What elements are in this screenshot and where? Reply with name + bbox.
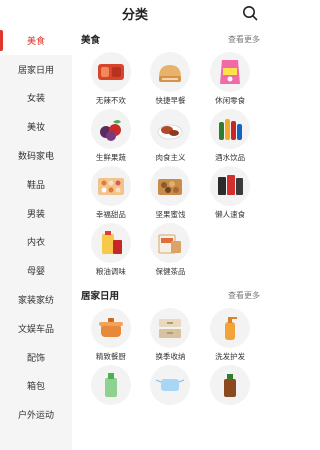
sidebar-item-baby[interactable]: 母婴	[0, 256, 72, 285]
tea-box-icon	[158, 234, 182, 254]
category-tile[interactable]: 快捷早餐	[141, 52, 201, 109]
category-tile[interactable]: 肉食主义	[141, 109, 201, 166]
category-tile[interactable]: 粮油调味	[81, 223, 141, 280]
nuts-icon	[158, 179, 183, 195]
see-more-link[interactable]: 查看更多	[228, 34, 260, 45]
section-title: 居家日用	[81, 291, 120, 302]
home-grid: 精致餐厨 换季收纳 洗发护发	[81, 308, 260, 422]
mask-icon	[156, 379, 185, 391]
sidebar-item-entertainment-auto[interactable]: 文娱车品	[0, 314, 72, 343]
category-tile[interactable]: 幸福甜品	[81, 166, 141, 223]
drinks-icon	[219, 119, 243, 140]
pot-icon	[98, 318, 123, 337]
category-tile[interactable]: 洗发护发	[200, 308, 260, 365]
category-tile[interactable]: 换季收纳	[141, 308, 201, 365]
sidebar-item-shoes[interactable]: 鞋品	[0, 170, 72, 199]
spicy-meat-icon	[97, 64, 124, 80]
bread-icon	[159, 65, 182, 82]
sidebar-item-mens-clothing[interactable]: 男装	[0, 199, 72, 228]
sidebar-item-food[interactable]: 美食	[0, 26, 72, 55]
category-tile[interactable]	[81, 365, 141, 422]
meat-icon	[157, 124, 183, 140]
disinfectant-icon	[224, 374, 237, 397]
storage-box-icon	[159, 319, 182, 338]
category-tile[interactable]	[141, 365, 201, 422]
dessert-box-icon	[97, 178, 124, 195]
sidebar-item-underwear[interactable]: 内衣	[0, 228, 72, 257]
sidebar-item-accessories[interactable]: 配饰	[0, 343, 72, 372]
fruit-icon	[99, 120, 121, 141]
section-title: 美食	[81, 35, 101, 46]
sidebar-item-home[interactable]: 居家日用	[0, 55, 72, 84]
category-tile[interactable]: 无辣不欢	[81, 52, 141, 109]
sidebar-item-electronics[interactable]: 数码家电	[0, 141, 72, 170]
bottle-icon	[104, 373, 117, 397]
page-title: 分类	[121, 8, 148, 23]
section-header-food: 美食 查看更多	[81, 26, 260, 52]
see-more-link[interactable]: 查看更多	[228, 290, 260, 301]
top-bar: 分类	[0, 0, 270, 26]
shampoo-icon	[225, 317, 238, 340]
category-tile[interactable]: 生鲜果蔬	[81, 109, 141, 166]
category-tile[interactable]	[200, 365, 260, 422]
category-tile[interactable]: 休闲零食	[200, 52, 260, 109]
category-content: 美食 查看更多 无辣不欢 快捷早餐 休闲零食 生鲜果蔬 肉食主义 酒水饮品 幸福…	[72, 26, 270, 450]
sidebar-item-outdoor[interactable]: 户外运动	[0, 400, 72, 429]
instant-food-icon	[218, 175, 244, 195]
search-icon[interactable]	[242, 5, 258, 21]
category-tile[interactable]: 酒水饮品	[200, 109, 260, 166]
sidebar-item-bags[interactable]: 箱包	[0, 372, 72, 401]
snack-bag-icon	[220, 60, 241, 84]
sidebar-item-womens-clothing[interactable]: 女装	[0, 84, 72, 113]
category-tile[interactable]: 懒人速食	[200, 166, 260, 223]
category-tile[interactable]: 保健茶品	[141, 223, 201, 280]
food-grid: 无辣不欢 快捷早餐 休闲零食 生鲜果蔬 肉食主义 酒水饮品 幸福甜品 坚果蜜饯 …	[81, 52, 260, 280]
section-header-home: 居家日用 查看更多	[81, 282, 260, 308]
category-tile[interactable]: 精致餐厨	[81, 308, 141, 365]
oil-rice-icon	[101, 231, 122, 254]
category-tile[interactable]: 坚果蜜饯	[141, 166, 201, 223]
sidebar-item-beauty[interactable]: 美妆	[0, 112, 72, 141]
category-sidebar: 美食 居家日用 女装 美妆 数码家电 鞋品 男装 内衣 母婴 家装家纺 文娱车品…	[0, 26, 72, 450]
sidebar-item-home-textile[interactable]: 家装家纺	[0, 285, 72, 314]
